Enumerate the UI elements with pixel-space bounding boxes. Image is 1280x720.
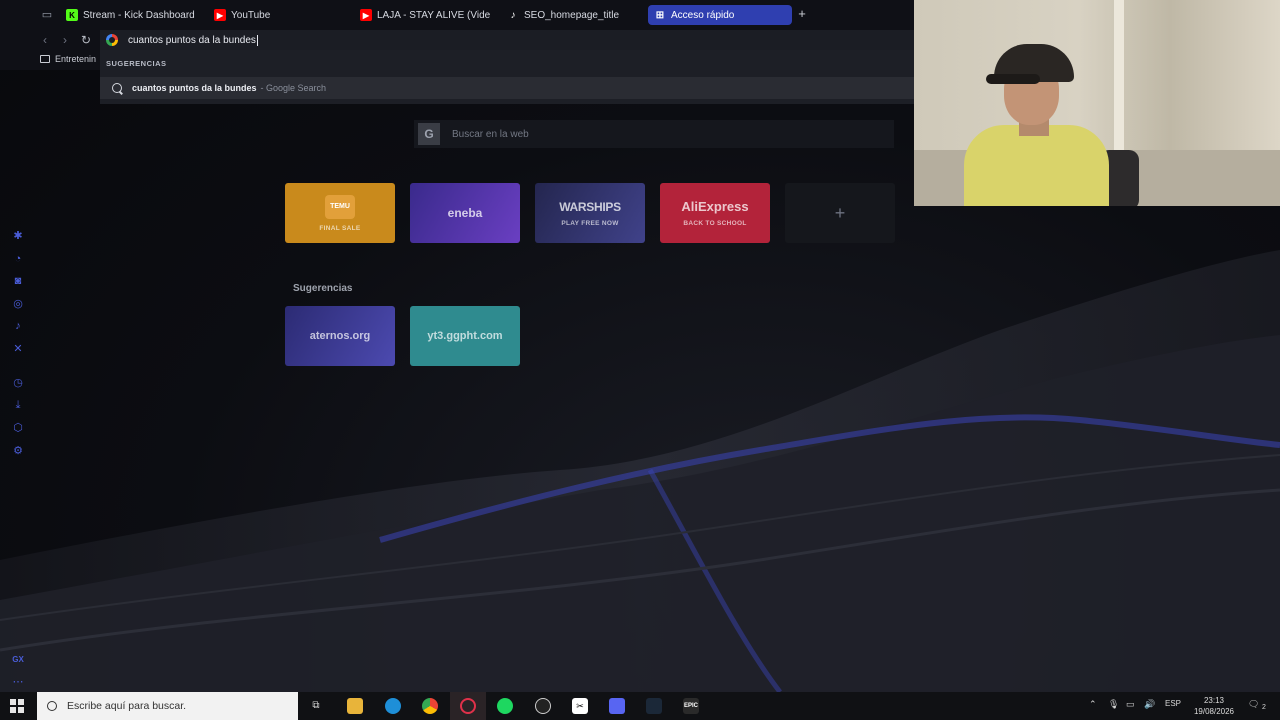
clock-date: 19/08/2026 — [1193, 707, 1235, 716]
discord-icon[interactable] — [609, 698, 625, 714]
speed-dial-aliexpress[interactable]: AliExpress BACK TO SCHOOL — [660, 183, 770, 243]
whatsapp-icon[interactable]: ◔ — [10, 251, 26, 267]
x-icon[interactable]: ✕ — [10, 341, 26, 357]
browser-sidebar: ✱ ◔ ◙ ◎ ♪ ✕ ◷ ⤓ ⬡ ⚙ GX ⋯ — [0, 0, 36, 692]
history-icon[interactable]: ◷ — [10, 375, 26, 391]
new-tab-plus-icon[interactable]: + — [795, 7, 809, 21]
webcam-person-shirt — [964, 125, 1109, 206]
suggested-dial-aternos[interactable]: aternos.org — [285, 306, 395, 366]
tab-laja-video[interactable]: ▶ LAJA - STAY ALIVE (Video — [360, 5, 490, 25]
reload-icon[interactable]: ↻ — [78, 32, 94, 48]
speed-dial-title: AliExpress — [681, 199, 749, 214]
opera-gx-icon[interactable] — [460, 698, 476, 714]
tab-youtube[interactable]: ▶ YouTube — [214, 5, 354, 25]
bookmarks-bar: Entretenin — [0, 50, 100, 70]
notifications-count: 2 — [1262, 704, 1266, 711]
workspaces-icon[interactable]: ▭ — [40, 8, 54, 22]
speed-dial-eneba[interactable]: eneba — [410, 183, 520, 243]
search-icon — [112, 83, 122, 93]
address-bar[interactable]: cuantos puntos da la bundes — [100, 30, 914, 50]
taskbar-search-placeholder: Escribe aquí para buscar. — [67, 700, 187, 712]
downloads-icon[interactable]: ⤓ — [10, 397, 26, 413]
settings-icon[interactable]: ⚙ — [10, 443, 26, 459]
screen: ✱ ◔ ◙ ◎ ♪ ✕ ◷ ⤓ ⬡ ⚙ GX ⋯ ▭ K Stream - Ki… — [0, 0, 1280, 720]
address-row: ‹ › ↻ cuantos puntos da la bundes — [0, 30, 914, 50]
spotify-icon[interactable] — [497, 698, 513, 714]
address-suggestions-dropdown: SUGERENCIAS cuantos puntos da la bundes … — [100, 50, 914, 104]
youtube-icon: ▶ — [214, 9, 226, 21]
speed-dial-temu[interactable]: TEMU FINAL SALE — [285, 183, 395, 243]
task-view-icon[interactable]: ⧉ — [308, 698, 324, 714]
address-input-text[interactable]: cuantos puntos da la bundes — [128, 35, 256, 46]
tiktok-icon[interactable]: ♪ — [10, 318, 26, 334]
tab-acceso-rapido[interactable]: ⊞ Acceso rápido — [648, 5, 792, 25]
chrome-icon[interactable] — [422, 698, 438, 714]
tab-label: Acceso rápido — [671, 9, 735, 21]
speed-dial-subtitle: PLAY FREE NOW — [561, 219, 619, 227]
language-indicator[interactable]: ESP — [1165, 699, 1181, 708]
taskbar-search-box[interactable]: Escribe aquí para buscar. — [37, 692, 298, 720]
speed-dial-subtitle: BACK TO SCHOOL — [683, 220, 747, 227]
suggested-dial-yt3[interactable]: yt3.ggpht.com — [410, 306, 520, 366]
forward-icon[interactable]: › — [57, 32, 73, 48]
tab-label: Stream - Kick Dashboard — [83, 9, 195, 21]
speed-dial-subtitle: FINAL SALE — [319, 224, 361, 232]
tab-label: LAJA - STAY ALIVE (Video — [377, 9, 490, 21]
clock-time: 23:13 — [1203, 696, 1225, 705]
microphone-icon[interactable]: 🎙 — [1108, 699, 1119, 710]
bookmark-folder[interactable]: Entretenin — [40, 54, 96, 64]
extensions-icon[interactable]: ⬡ — [10, 420, 26, 436]
speed-dial-warships[interactable]: WARSHIPS PLAY FREE NOW — [535, 183, 645, 243]
windows-taskbar: Escribe aquí para buscar. ⧉ ✂ EPIC ⌃ 🎙 ▭… — [0, 692, 1280, 720]
discord-icon[interactable]: ◙ — [10, 273, 26, 289]
instagram-icon[interactable]: ◎ — [10, 296, 26, 312]
search-icon — [47, 701, 57, 711]
gx-label[interactable]: GX — [10, 652, 26, 668]
steam-icon[interactable] — [646, 698, 662, 714]
webcam-overlay — [914, 0, 1280, 206]
kick-icon: K — [66, 9, 78, 21]
tab-kick-dashboard[interactable]: K Stream - Kick Dashboard — [66, 5, 206, 25]
settings-gear-icon[interactable]: ✱ — [10, 228, 26, 244]
folder-icon — [40, 55, 50, 63]
tab-label: YouTube — [231, 9, 271, 21]
windows-start-icon[interactable] — [10, 699, 24, 713]
tiktok-icon: ♪ — [510, 9, 516, 21]
obs-icon[interactable] — [535, 698, 551, 714]
system-clock[interactable]: 23:13 19/08/2026 — [1190, 695, 1238, 717]
text-caret — [256, 34, 258, 46]
add-speed-dial-button[interactable]: + — [785, 183, 895, 243]
temu-logo: TEMU — [325, 194, 355, 219]
network-icon[interactable]: ▭ — [1126, 699, 1135, 710]
speed-dial-title: eneba — [447, 206, 483, 220]
speed-dial-title: WARSHIPS — [559, 199, 621, 214]
edge-icon[interactable] — [385, 698, 401, 714]
suggestions-header: SUGERENCIAS — [106, 59, 167, 68]
suggestion-query: cuantos puntos da la bundes — [132, 83, 257, 93]
back-icon[interactable]: ‹ — [37, 32, 53, 48]
epic-games-icon[interactable]: EPIC — [683, 698, 699, 714]
file-explorer-icon[interactable] — [347, 698, 363, 714]
webcam-person-cap-brim — [986, 74, 1040, 84]
tab-strip: ▭ K Stream - Kick Dashboard ▶ YouTube ▶ … — [0, 0, 914, 30]
suggestions-section-title: Sugerencias — [293, 283, 353, 294]
google-logo-icon: G — [418, 123, 440, 145]
volume-icon[interactable]: 🔊 — [1144, 699, 1155, 710]
tab-label: SEO_homepage_title — [524, 9, 620, 21]
youtube-icon: ▶ — [360, 9, 372, 21]
more-icon[interactable]: ⋯ — [10, 674, 26, 690]
web-search-box[interactable]: G Buscar en la web — [414, 120, 894, 148]
suggestion-source: - Google Search — [260, 83, 327, 93]
suggestion-row[interactable]: cuantos puntos da la bundes - Google Sea… — [100, 77, 914, 99]
notifications-icon[interactable]: 🗨 — [1248, 699, 1259, 710]
tab-seo-homepage[interactable]: ♪ SEO_homepage_title — [507, 5, 643, 25]
web-search-placeholder: Buscar en la web — [452, 128, 529, 140]
bookmark-folder-label: Entretenin — [55, 54, 97, 64]
grid-icon: ⊞ — [655, 9, 665, 21]
google-icon — [106, 34, 118, 46]
show-hidden-icons-chevron[interactable]: ⌃ — [1089, 699, 1097, 710]
capcut-icon[interactable]: ✂ — [572, 698, 588, 714]
